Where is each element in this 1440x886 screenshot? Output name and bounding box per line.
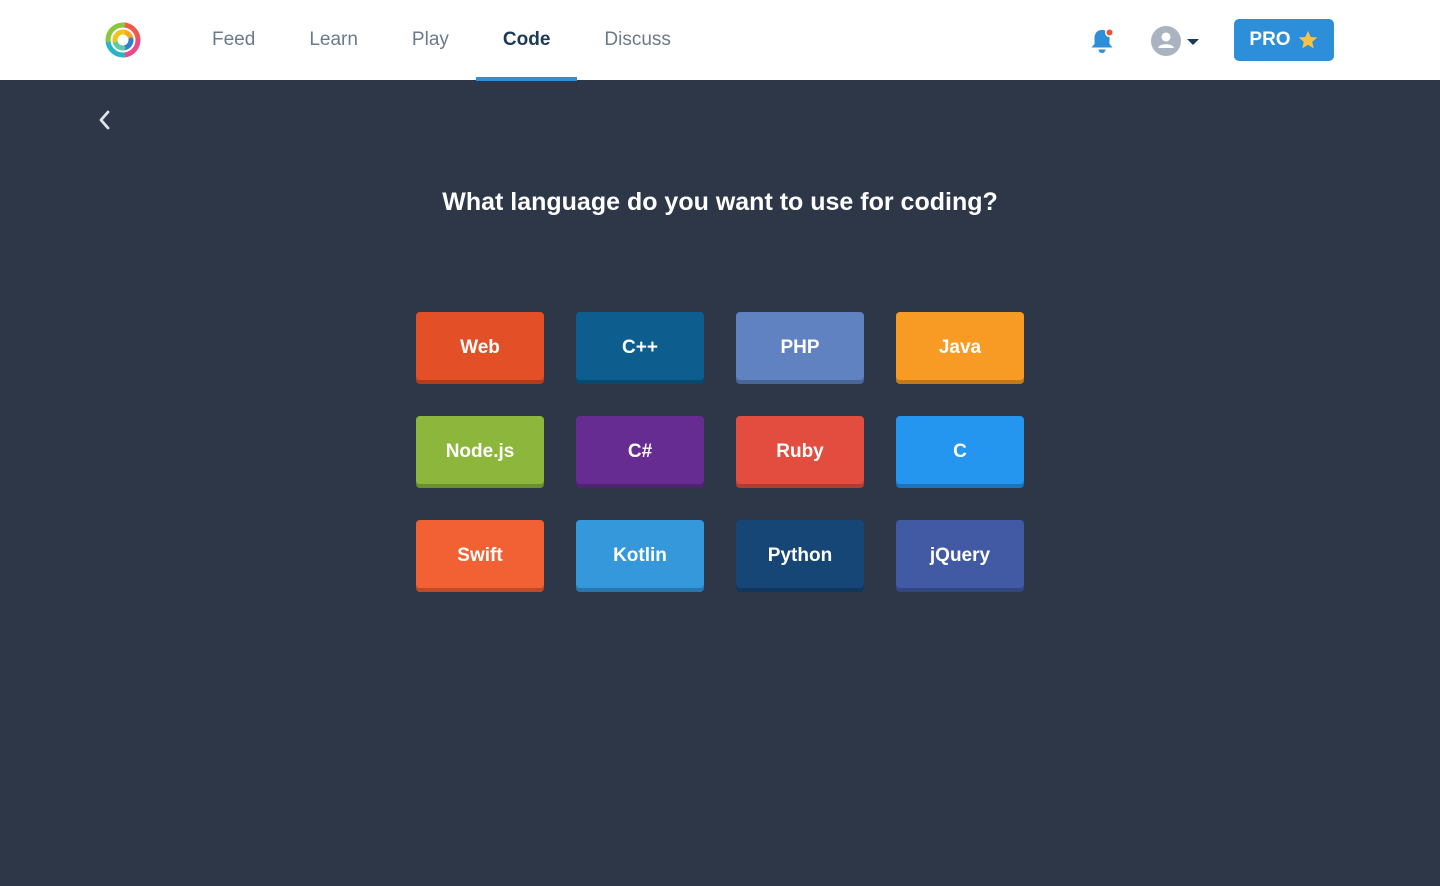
language-button-nodejs[interactable]: Node.js xyxy=(416,416,544,488)
user-avatar-icon xyxy=(1151,26,1181,56)
language-button-web[interactable]: Web xyxy=(416,312,544,384)
language-button-swift[interactable]: Swift xyxy=(416,520,544,592)
caret-down-icon xyxy=(1187,39,1199,45)
pro-label: PRO xyxy=(1249,29,1291,50)
bell-icon[interactable] xyxy=(1087,26,1117,56)
page-title: What language do you want to use for cod… xyxy=(442,188,998,216)
top-navigation-bar: Feed Learn Play Code Discuss PRO xyxy=(0,0,1440,81)
main-nav: Feed Learn Play Code Discuss xyxy=(185,0,698,81)
language-grid: Web C++ PHP Java Node.js C# Ruby C Swift… xyxy=(416,312,1024,592)
nav-tab-feed[interactable]: Feed xyxy=(185,0,282,80)
language-button-cpp[interactable]: C++ xyxy=(576,312,704,384)
sololearn-logo-icon[interactable] xyxy=(104,21,142,59)
language-button-c[interactable]: C xyxy=(896,416,1024,488)
language-button-php[interactable]: PHP xyxy=(736,312,864,384)
chevron-left-icon[interactable] xyxy=(92,106,116,134)
language-button-jquery[interactable]: jQuery xyxy=(896,520,1024,592)
nav-tab-code[interactable]: Code xyxy=(475,0,578,81)
language-button-java[interactable]: Java xyxy=(896,312,1024,384)
nav-tab-discuss[interactable]: Discuss xyxy=(577,0,698,80)
profile-menu[interactable] xyxy=(1150,25,1204,57)
nav-tab-learn[interactable]: Learn xyxy=(282,0,385,80)
language-button-kotlin[interactable]: Kotlin xyxy=(576,520,704,592)
star-icon xyxy=(1298,30,1317,49)
language-button-csharp[interactable]: C# xyxy=(576,416,704,488)
language-button-python[interactable]: Python xyxy=(736,520,864,592)
nav-tab-play[interactable]: Play xyxy=(385,0,476,80)
notification-dot xyxy=(1104,27,1115,38)
language-button-ruby[interactable]: Ruby xyxy=(736,416,864,488)
pro-button[interactable]: PRO xyxy=(1234,19,1334,61)
